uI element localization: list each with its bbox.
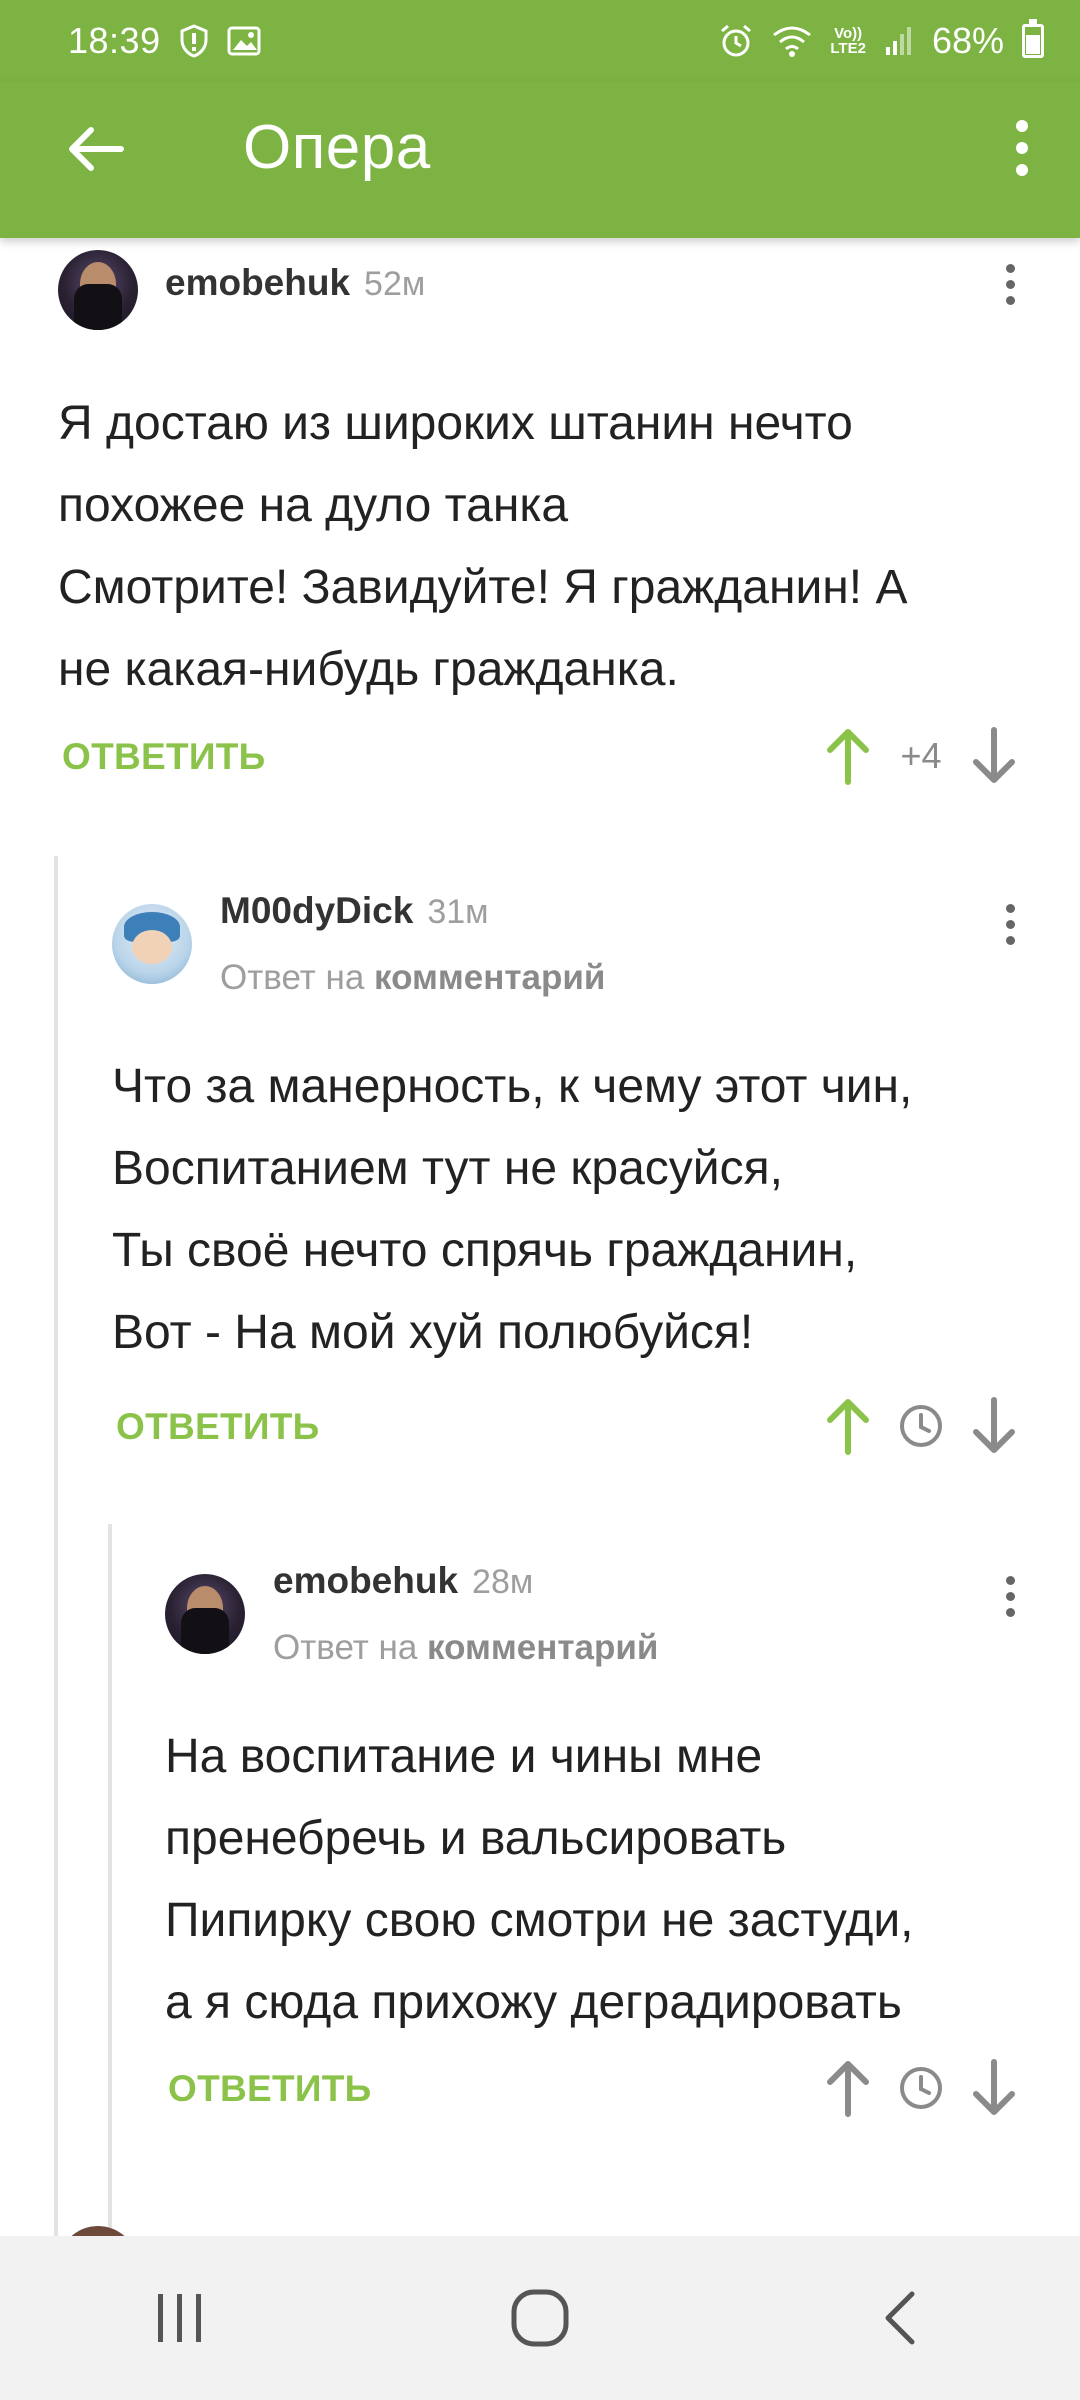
network-label: LTE2	[830, 40, 866, 57]
reply-to: Ответ на комментарий	[273, 1628, 658, 1668]
shield-icon	[179, 24, 209, 58]
alarm-icon	[718, 23, 754, 59]
comment-time: 52м	[364, 265, 426, 303]
comment-time: 31м	[427, 893, 489, 931]
thread-line	[108, 1524, 112, 2236]
vote-controls	[820, 2053, 1022, 2123]
reply-to-prefix: Ответ на	[273, 1628, 418, 1667]
reply-to-prefix: Ответ на	[220, 958, 365, 997]
more-options-icon[interactable]	[990, 1566, 1030, 1626]
clock-icon	[876, 2053, 966, 2123]
signal-icon	[884, 25, 914, 57]
username[interactable]: emobehuk	[165, 262, 350, 304]
downvote-arrow-icon[interactable]	[966, 2053, 1022, 2123]
comment-header: M00dyDick 31м	[220, 890, 489, 932]
status-left: 18:39	[68, 20, 261, 62]
battery-percent: 68%	[931, 20, 1004, 61]
vote-controls	[820, 1391, 1022, 1461]
more-options-icon[interactable]	[990, 894, 1030, 954]
wifi-icon	[772, 25, 812, 57]
comment-header: emobehuk 28м	[273, 1560, 533, 1602]
reply-button[interactable]: ОТВЕТИТЬ	[168, 2068, 372, 2110]
avatar[interactable]	[112, 904, 192, 984]
username[interactable]: M00dyDick	[220, 890, 413, 932]
battery-icon	[1022, 19, 1044, 58]
reply-to: Ответ на комментарий	[220, 958, 605, 998]
downvote-arrow-icon[interactable]	[966, 721, 1022, 791]
status-bar: 18:39 Vo)) LTE2 68%	[0, 0, 1080, 82]
reply-to-link[interactable]: комментарий	[374, 958, 605, 997]
system-nav-bar	[0, 2236, 1080, 2400]
avatar[interactable]	[58, 250, 138, 330]
image-icon	[227, 26, 261, 56]
comment-header: emobehuk 52м	[165, 262, 425, 304]
status-time: 18:39	[68, 20, 161, 61]
upvote-arrow-icon[interactable]	[820, 1391, 876, 1461]
home-icon[interactable]	[470, 2258, 610, 2378]
back-icon[interactable]	[830, 2258, 970, 2378]
volte-icon: Vo)) LTE2	[830, 25, 866, 57]
more-options-icon[interactable]	[990, 254, 1030, 314]
upvote-arrow-icon[interactable]	[820, 721, 876, 791]
page-title: Опера	[243, 113, 431, 182]
thread-line	[54, 856, 58, 2236]
comment-text: Я достаю из широких штанин нечто похожее…	[58, 397, 908, 696]
downvote-arrow-icon[interactable]	[966, 1391, 1022, 1461]
overflow-menu-icon[interactable]	[992, 108, 1052, 188]
comment-text: На воспитание и чины мне пренебречь и ва…	[165, 1730, 914, 2029]
reply-button[interactable]: ОТВЕТИТЬ	[62, 736, 266, 778]
username[interactable]: emobehuk	[273, 1560, 458, 1602]
recent-apps-icon[interactable]	[110, 2258, 250, 2378]
status-right: Vo)) LTE2 68%	[718, 19, 1044, 62]
clock-icon	[876, 1391, 966, 1461]
comment-text: Что за манерность, к чему этот чин, Восп…	[112, 1060, 913, 1359]
comments-list[interactable]: emobehuk 52м Я достаю из широких штанин …	[0, 238, 1080, 2236]
arrow-left-icon[interactable]	[60, 114, 130, 184]
app-bar: Опера	[0, 82, 1080, 238]
vote-controls: +4	[820, 721, 1022, 791]
avatar[interactable]	[58, 2226, 138, 2236]
reply-to-link[interactable]: комментарий	[427, 1628, 658, 1667]
avatar[interactable]	[165, 1574, 245, 1654]
upvote-arrow-icon[interactable]	[820, 2053, 876, 2123]
reply-button[interactable]: ОТВЕТИТЬ	[116, 1406, 320, 1448]
comment-time: 28м	[472, 1563, 534, 1601]
vote-score: +4	[900, 735, 942, 776]
